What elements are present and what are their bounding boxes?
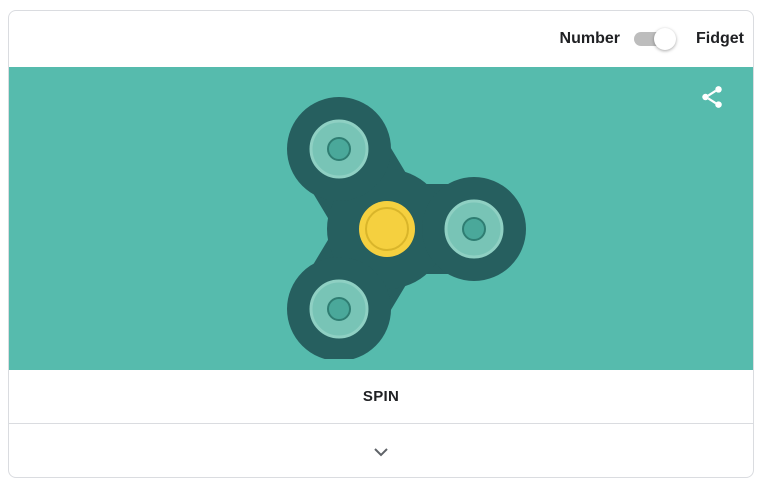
fidget-mode-label: Fidget xyxy=(696,30,744,47)
share-icon[interactable] xyxy=(699,84,725,110)
mode-toggle-bar: Number Fidget xyxy=(9,11,753,67)
spin-button[interactable]: SPIN xyxy=(9,370,753,424)
fidget-spinner[interactable] xyxy=(269,79,539,359)
spinner-weight-right xyxy=(444,199,504,259)
chevron-down-icon xyxy=(374,447,388,456)
spinner-bearing xyxy=(359,201,415,257)
expand-button[interactable] xyxy=(9,424,753,477)
fidget-spinner-card: Number Fidget SPIN xyxy=(8,10,754,478)
number-mode-label: Number xyxy=(559,30,620,47)
toggle-thumb[interactable] xyxy=(654,28,676,50)
spinner-stage xyxy=(9,67,753,370)
spin-button-label: SPIN xyxy=(362,388,400,405)
mode-toggle-switch[interactable] xyxy=(634,27,680,51)
spinner-weight-top xyxy=(309,119,369,179)
spinner-weight-bottom xyxy=(309,279,369,339)
